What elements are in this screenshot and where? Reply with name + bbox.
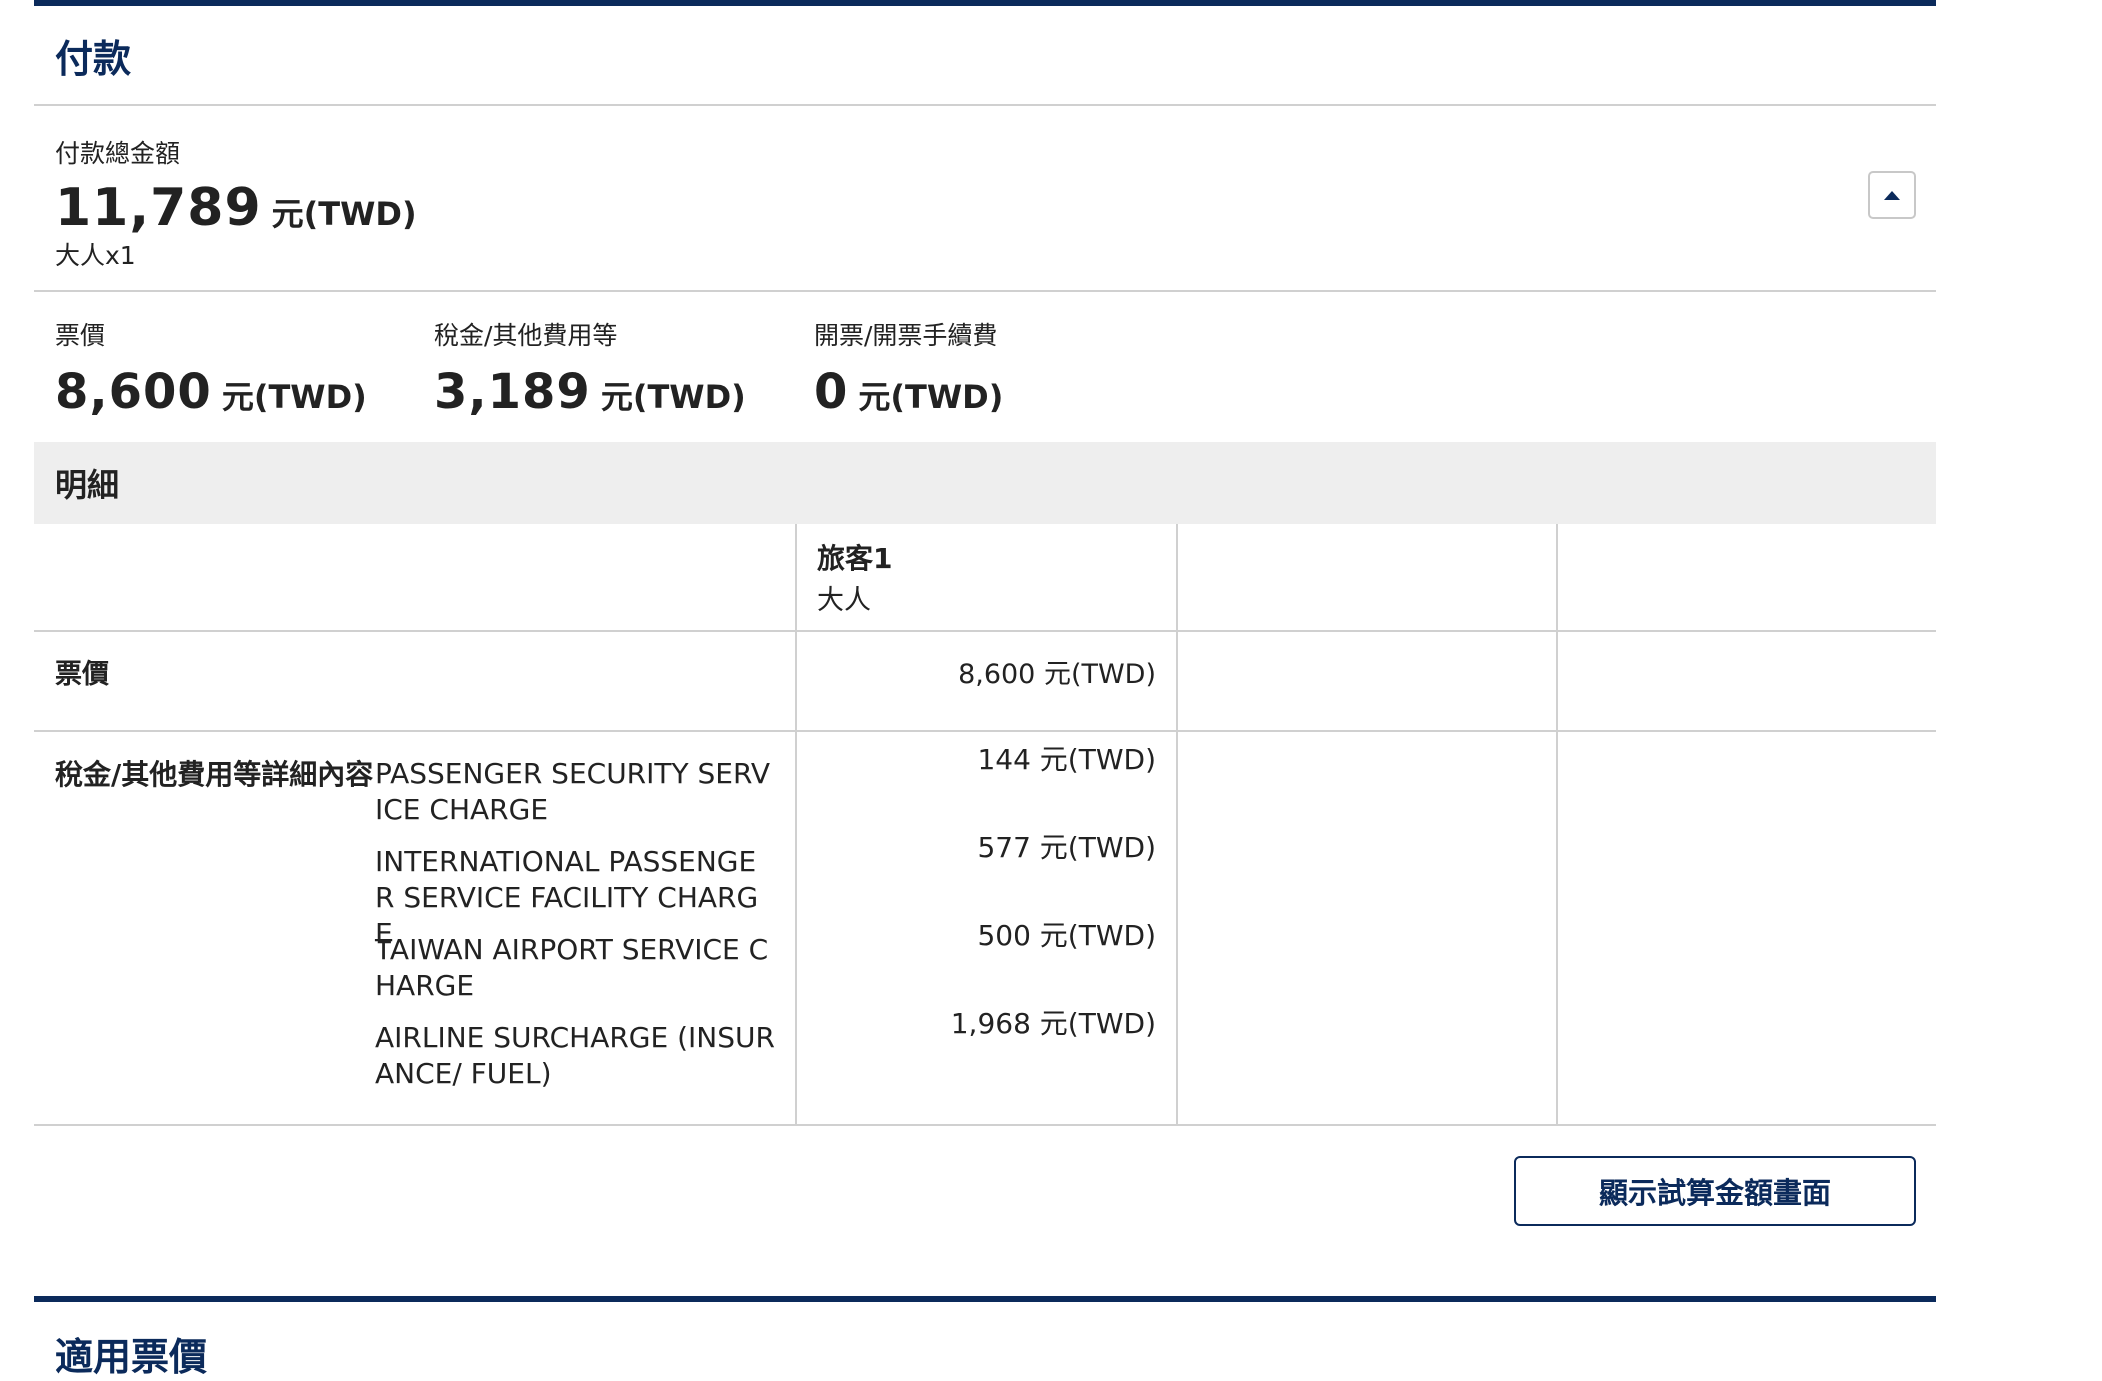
breakdown-label: 開票/開票手續費 [814,321,998,350]
tax-item-name: INTERNATIONAL PASSENGER SERVICE FACILITY… [375,845,759,950]
tax-details-cell: 稅金/其他費用等詳細內容 PASSENGER SECURITY SERVICE … [34,731,796,1126]
tax-item-value: 577 元(TWD) [977,831,1156,864]
tax-item-name: TAIWAN AIRPORT SERVICE CHARGE [375,933,769,1002]
total-label: 付款總金額 [55,139,181,168]
collapse-button[interactable] [1868,171,1916,219]
table-cell [1556,631,1936,732]
total-block: 付款總金額 11,789 元(TWD) 大人x1 [34,106,1936,292]
payment-panel: 付款 付款總金額 11,789 元(TWD) 大人x1 票價 8,600 元(TWD… [34,0,1936,1381]
breakdown-currency: 元(TWD) [221,378,367,416]
breakdown-label: 票價 [55,321,106,350]
section-title: 付款 [34,6,1936,106]
breakdown-amount: 8,600 [55,364,212,420]
tax-list: PASSENGER SECURITY SERVICE CHARGE INTERN… [375,756,775,1108]
table-cell [1556,524,1936,632]
breakdown-value: 3,189 元(TWD) [434,364,746,420]
table-cell [1176,731,1557,1126]
table-cell [1176,524,1557,632]
breakdown-amount: 3,189 [434,364,591,420]
breakdown-currency: 元(TWD) [600,378,746,416]
show-calc-button[interactable]: 顯示試算金額畫面 [1514,1156,1916,1226]
table-row: 旅客1 大人 [34,524,1936,632]
breakdown-value: 8,600 元(TWD) [55,364,367,420]
passenger-name: 旅客1 [817,542,893,575]
passenger-count: 大人x1 [55,241,136,270]
fare-label: 票價 [34,631,796,732]
tax-item-value: 144 元(TWD) [977,743,1156,776]
breakdown-currency: 元(TWD) [858,378,1004,416]
breakdown-value: 0 元(TWD) [814,364,1003,420]
breakdown-tax: 稅金/其他費用等 3,189 元(TWD) [434,316,746,420]
breakdown-label: 稅金/其他費用等 [434,321,618,350]
table-cell [34,524,796,632]
tax-item-name: PASSENGER SECURITY SERVICE CHARGE [375,757,771,826]
table-row: 稅金/其他費用等詳細內容 PASSENGER SECURITY SERVICE … [34,731,1936,1126]
details-table: 旅客1 大人 票價 8,600 元(TWD) 稅金/其他費用等詳細內容 PASS… [34,524,1936,1126]
table-cell [1176,631,1557,732]
breakdown-fare: 票價 8,600 元(TWD) [55,316,367,420]
tax-values-cell: 144 元(TWD) 577 元(TWD) 500 元(TWD) 1,968 元… [795,731,1177,1126]
tax-item-value: 500 元(TWD) [977,919,1156,952]
tax-item-value: 1,968 元(TWD) [950,1007,1156,1040]
chevron-up-icon [1884,190,1900,200]
breakdown: 票價 8,600 元(TWD) 稅金/其他費用等 3,189 元(TWD) 開票/開… [34,292,1936,442]
breakdown-amount: 0 [814,364,849,420]
passenger-column-header: 旅客1 大人 [795,524,1177,632]
tax-details-title: 稅金/其他費用等詳細內容 [55,758,374,791]
details-header: 明細 [34,442,1936,524]
total-currency: 元(TWD) [271,195,417,233]
total-amount-value: 11,789 [55,178,262,238]
passenger-type: 大人 [817,585,871,616]
tax-item-name: AIRLINE SURCHARGE (INSURANCE/ FUEL) [375,1021,775,1090]
table-cell [1556,731,1936,1126]
next-section-title: 適用票價 [55,1335,208,1379]
footer-area: 顯示試算金額畫面 [34,1126,1936,1296]
total-amount: 11,789 元(TWD) [55,178,417,238]
breakdown-issue-fee: 開票/開票手續費 0 元(TWD) [814,316,1003,420]
bottom-rule [34,1296,1936,1302]
